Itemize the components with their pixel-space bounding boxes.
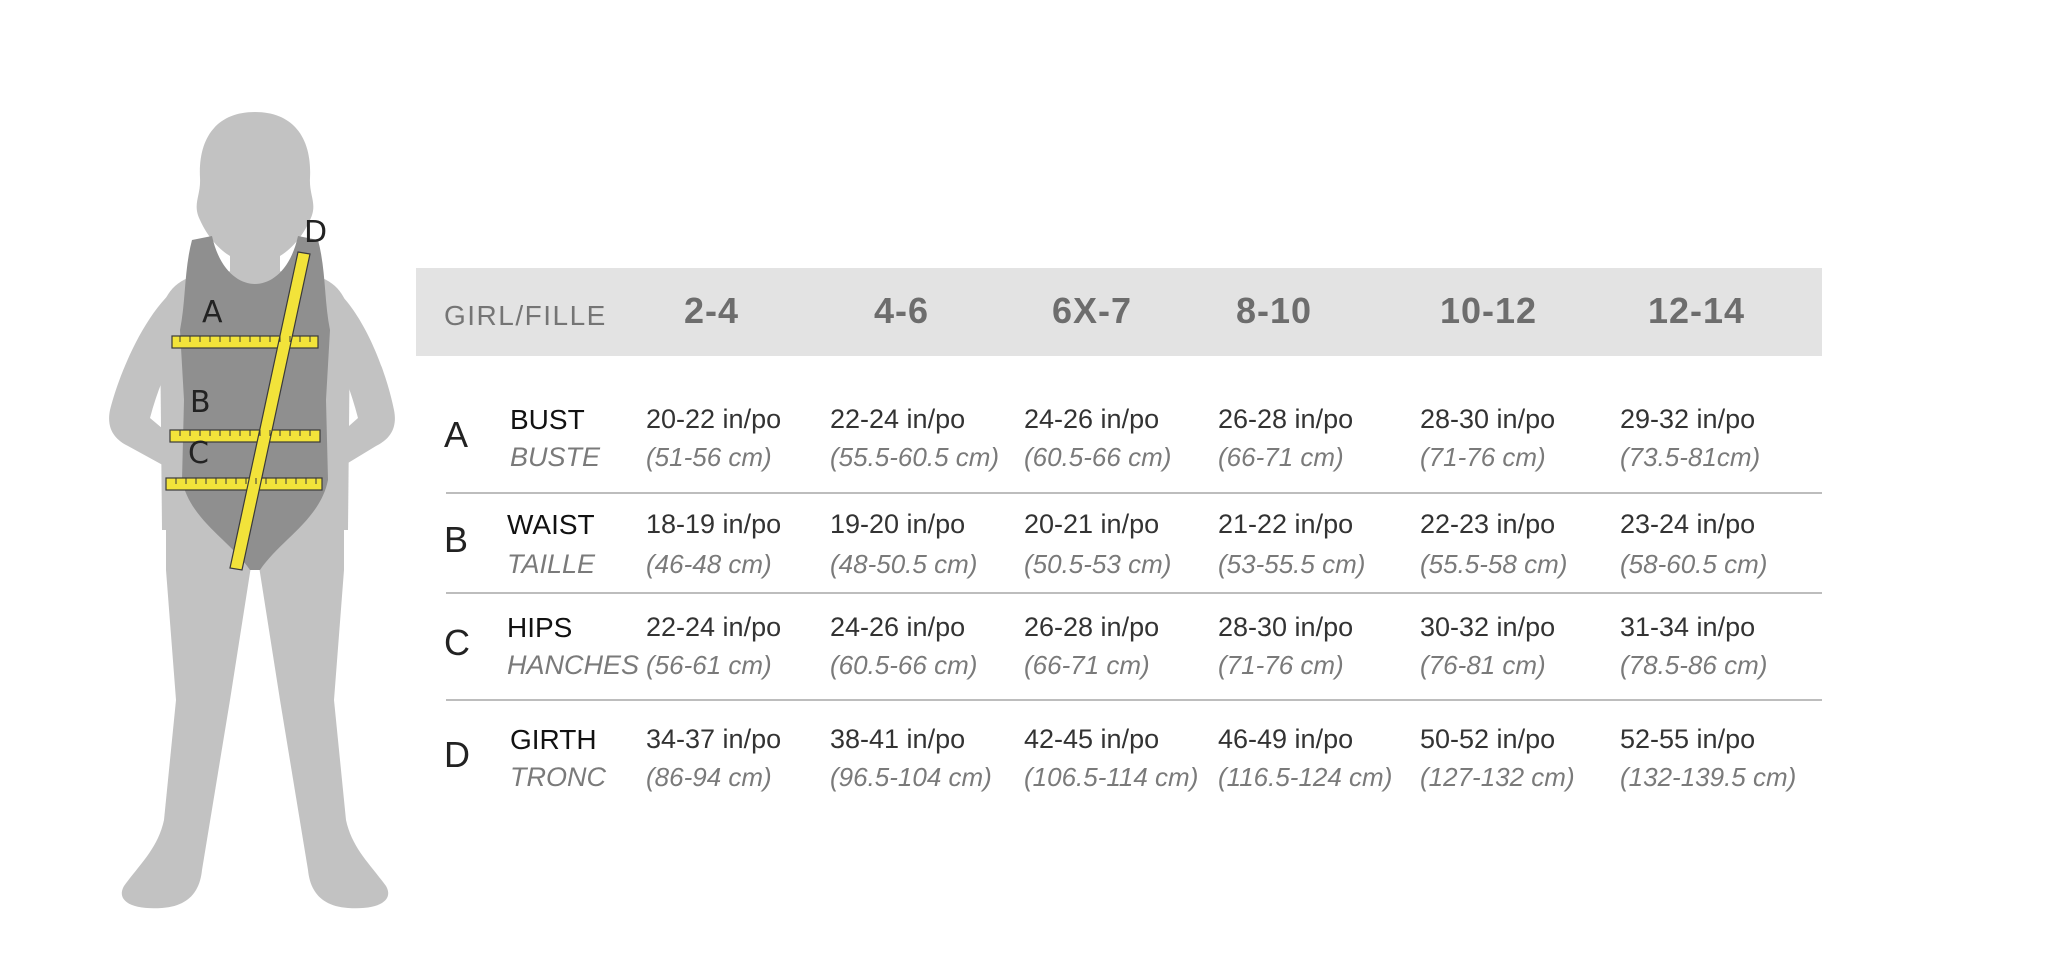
cell-in: 42-45 in/po	[1024, 724, 1160, 754]
cell-cm: (46-48 cm)	[646, 549, 772, 579]
cell-in: 46-49 in/po	[1218, 724, 1354, 754]
cell-cm: (60.5-66 cm)	[830, 650, 978, 680]
cell-cm: (71-76 cm)	[1218, 650, 1344, 680]
cell-cm: (58-60.5 cm)	[1620, 549, 1768, 579]
cell-cm: (55.5-58 cm)	[1420, 549, 1568, 579]
cell-cm: (50.5-53 cm)	[1024, 549, 1172, 579]
row-divider	[446, 592, 1822, 594]
figure-label-b: B	[190, 385, 211, 420]
cell-in: 26-28 in/po	[1218, 404, 1354, 434]
row-name-fr: TRONC	[510, 762, 606, 792]
cell-in: 24-26 in/po	[830, 612, 966, 642]
row-name-en: HIPS	[507, 612, 573, 643]
cell-cm: (60.5-66 cm)	[1024, 442, 1172, 472]
cell-cm: (132-139.5 cm)	[1620, 762, 1797, 792]
cell-in: 26-28 in/po	[1024, 612, 1160, 642]
row-name-fr: TAILLE	[507, 549, 596, 579]
cell-cm: (96.5-104 cm)	[830, 762, 992, 792]
cell-cm: (48-50.5 cm)	[830, 549, 978, 579]
row-divider	[446, 492, 1822, 494]
cell-in: 21-22 in/po	[1218, 509, 1354, 539]
cell-in: 18-19 in/po	[646, 509, 782, 539]
row-key: D	[444, 734, 470, 775]
cell-cm: (78.5-86 cm)	[1620, 650, 1768, 680]
row-key: A	[444, 414, 469, 455]
cell-cm: (127-132 cm)	[1420, 762, 1575, 792]
cell-cm: (55.5-60.5 cm)	[830, 442, 1000, 472]
row-name-fr: HANCHES	[507, 650, 640, 680]
row-name-en: BUST	[510, 404, 585, 435]
size-col-4-6: 4-6	[874, 290, 930, 331]
size-col-8-10: 8-10	[1236, 290, 1313, 331]
cell-in: 38-41 in/po	[830, 724, 966, 754]
cell-in: 29-32 in/po	[1620, 404, 1756, 434]
cell-in: 22-23 in/po	[1420, 509, 1556, 539]
size-header: GIRL/FILLE 2-4 4-6 6X-7 8-10 10-12 12-14	[416, 268, 1822, 356]
row-name-en: GIRTH	[510, 724, 597, 755]
row-divider	[446, 699, 1822, 701]
row-key: C	[444, 622, 470, 663]
cell-in: 34-37 in/po	[646, 724, 782, 754]
cell-cm: (56-61 cm)	[646, 650, 772, 680]
cell-in: 50-52 in/po	[1420, 724, 1556, 754]
cell-cm: (53-55.5 cm)	[1218, 549, 1366, 579]
size-col-10-12: 10-12	[1440, 290, 1538, 331]
cell-in: 52-55 in/po	[1620, 724, 1756, 754]
cell-in: 22-24 in/po	[830, 404, 966, 434]
cell-cm: (66-71 cm)	[1218, 442, 1344, 472]
cell-in: 28-30 in/po	[1218, 612, 1354, 642]
row-key: B	[444, 519, 469, 560]
cell-in: 30-32 in/po	[1420, 612, 1556, 642]
header-label: GIRL/FILLE	[444, 300, 607, 331]
size-col-2-4: 2-4	[684, 290, 740, 331]
cell-cm: (66-71 cm)	[1024, 650, 1150, 680]
cell-in: 20-21 in/po	[1024, 509, 1160, 539]
measurement-figure: A B C D	[109, 112, 395, 909]
cell-cm: (76-81 cm)	[1420, 650, 1546, 680]
cell-cm: (51-56 cm)	[646, 442, 772, 472]
size-col-12-14: 12-14	[1648, 290, 1746, 331]
cell-in: 24-26 in/po	[1024, 404, 1160, 434]
cell-in: 23-24 in/po	[1620, 509, 1756, 539]
cell-in: 31-34 in/po	[1620, 612, 1756, 642]
cell-in: 20-22 in/po	[646, 404, 782, 434]
cell-cm: (71-76 cm)	[1420, 442, 1546, 472]
cell-in: 28-30 in/po	[1420, 404, 1556, 434]
cell-in: 19-20 in/po	[830, 509, 966, 539]
figure-label-a: A	[202, 295, 223, 330]
figure-label-c: C	[188, 436, 209, 471]
cell-in: 22-24 in/po	[646, 612, 782, 642]
cell-cm: (73.5-81cm)	[1620, 442, 1761, 472]
row-name-fr: BUSTE	[510, 442, 601, 472]
cell-cm: (116.5-124 cm)	[1218, 762, 1393, 792]
cell-cm: (106.5-114 cm)	[1024, 762, 1199, 792]
cell-cm: (86-94 cm)	[646, 762, 772, 792]
row-name-en: WAIST	[507, 509, 595, 540]
figure-label-d: D	[304, 215, 327, 250]
size-col-6x-7: 6X-7	[1052, 290, 1133, 331]
